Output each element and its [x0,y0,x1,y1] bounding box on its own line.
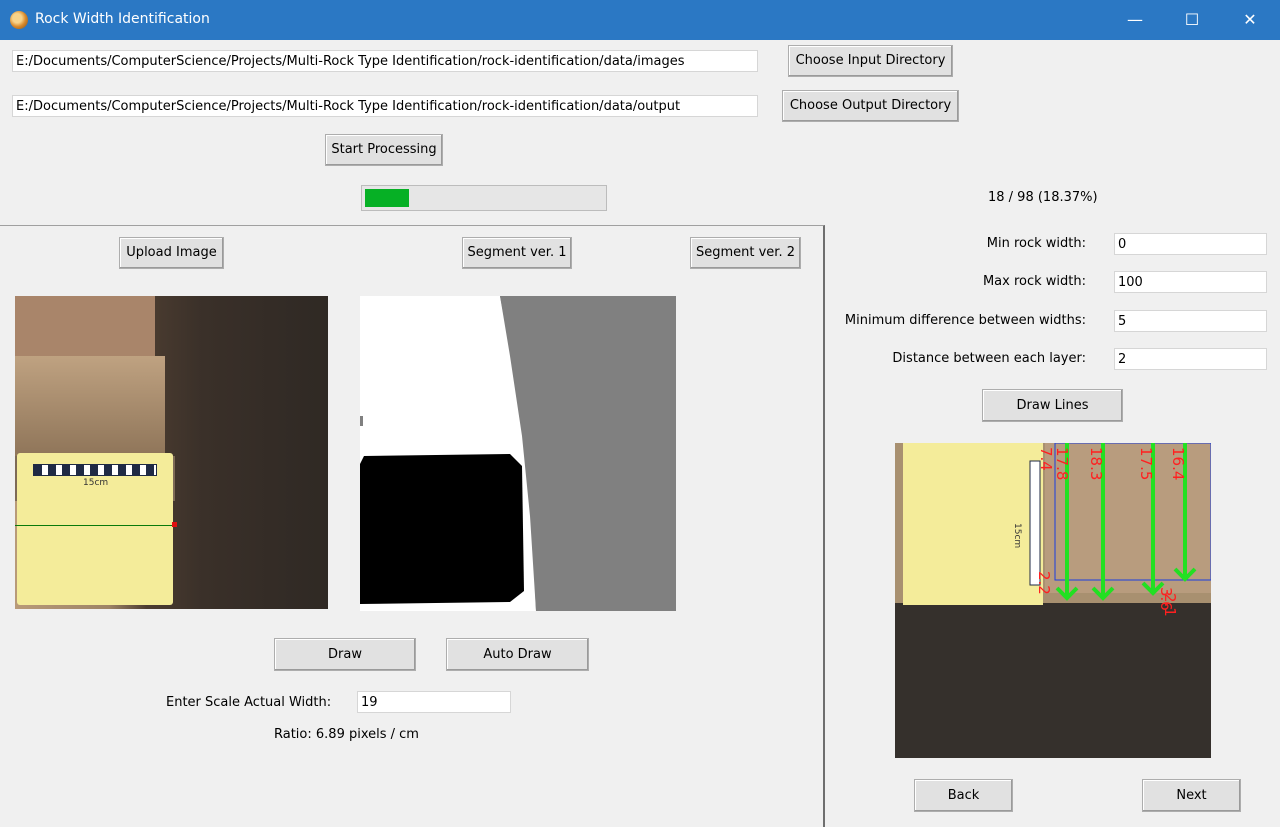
back-button[interactable]: Back [914,779,1013,812]
start-processing-button[interactable]: Start Processing [325,134,443,166]
width-label: 17.5 [1137,447,1155,480]
segmented-image [360,296,676,611]
auto-draw-button[interactable]: Auto Draw [446,638,589,671]
segment-ver1-button[interactable]: Segment ver. 1 [462,237,572,269]
result-image: 15cm 7.4 17.8 18.3 17.5 16.4 2.2 2.1 3.6 [895,443,1211,758]
draw-button[interactable]: Draw [274,638,416,671]
width-label: 17.8 [1053,447,1071,480]
min-difference-label: Minimum difference between widths: [844,313,1086,328]
window-title: Rock Width Identification [35,11,210,27]
max-width-input[interactable]: 100 [1114,271,1267,293]
output-directory-field[interactable]: E:/Documents/ComputerScience/Projects/Mu… [12,95,758,117]
max-width-label: Max rock width: [982,274,1086,289]
maximize-icon[interactable]: ☐ [1163,0,1221,40]
draw-lines-button[interactable]: Draw Lines [982,389,1123,422]
width-label: 7.4 [1037,447,1055,471]
scale-width-input[interactable]: 19 [357,691,511,713]
scale-measure-endpoint [172,522,177,527]
layer-distance-input[interactable]: 2 [1114,348,1267,370]
upload-image-button[interactable]: Upload Image [119,237,224,269]
segment-ver2-button[interactable]: Segment ver. 2 [690,237,801,269]
result-overlay: 15cm 7.417.8 18.3 17.5 16.42.22.13.6 [895,443,1211,758]
width-label: 16.4 [1169,447,1187,480]
min-width-input[interactable]: 0 [1114,233,1267,255]
min-difference-input[interactable]: 5 [1114,310,1267,332]
segmentation-mask [360,296,676,611]
next-button[interactable]: Next [1142,779,1241,812]
close-icon[interactable]: ✕ [1221,0,1279,40]
minimize-icon[interactable]: — [1106,0,1164,40]
min-width-label: Min rock width: [986,236,1086,251]
scale-bar [33,464,157,476]
scale-card-text: 15cm [83,478,109,488]
choose-output-directory-button[interactable]: Choose Output Directory [782,90,959,122]
scale-measure-line [15,525,175,526]
uploaded-rock-image: 15cm [15,296,328,609]
scale-width-label: Enter Scale Actual Width: [166,695,332,710]
app-icon [10,11,28,29]
result-card-text: 15cm [1012,523,1022,548]
input-directory-field[interactable]: E:/Documents/ComputerScience/Projects/Mu… [12,50,758,72]
width-label: 18.3 [1087,447,1105,480]
progress-text: 18 / 98 (18.37%) [988,190,1098,205]
progress-bar [361,185,607,211]
progress-bar-fill [365,189,409,207]
width-label: 3.6 [1157,587,1175,611]
ratio-text: Ratio: 6.89 pixels / cm [274,727,419,742]
width-label: 2.2 [1035,571,1053,595]
layer-distance-label: Distance between each layer: [892,351,1086,366]
choose-input-directory-button[interactable]: Choose Input Directory [788,45,953,77]
title-bar: Rock Width Identification — ☐ ✕ [0,0,1280,40]
